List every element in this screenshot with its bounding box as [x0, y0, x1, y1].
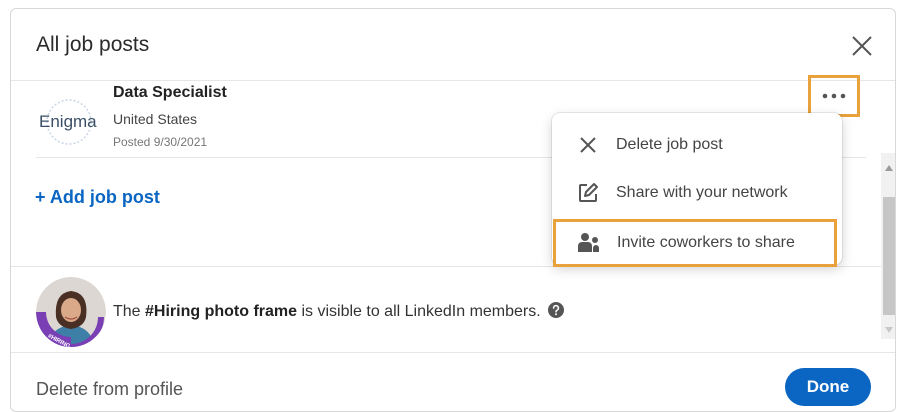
menu-item-label: Invite coworkers to share — [617, 234, 795, 251]
avatar[interactable]: #HIRING — [36, 277, 106, 347]
done-button[interactable]: Done — [785, 368, 871, 406]
frame-text-prefix: The — [113, 303, 146, 320]
more-options-button[interactable] — [808, 75, 860, 117]
edit-icon — [576, 181, 600, 205]
close-icon — [576, 133, 600, 157]
help-icon[interactable] — [547, 301, 565, 319]
menu-item-label: Share with your network — [616, 184, 788, 201]
job-title[interactable]: Data Specialist — [113, 84, 227, 102]
modal-title: All job posts — [36, 33, 150, 56]
close-button[interactable] — [849, 33, 875, 59]
add-job-post-link[interactable]: + Add job post — [35, 187, 160, 208]
job-options-menu: Delete job post Share with your network — [552, 113, 842, 267]
menu-item-label: Delete job post — [616, 136, 723, 153]
company-logo: Enigma — [38, 95, 100, 149]
modal-header: All job posts — [11, 9, 895, 81]
job-posts-modal: All job posts Enigma Data Specialist Uni… — [10, 8, 896, 412]
ellipsis-icon — [822, 93, 846, 99]
menu-item-share-network[interactable]: Share with your network — [552, 169, 842, 217]
hiring-frame-row: #HIRING The #Hiring photo frame is visib… — [11, 267, 895, 353]
frame-text-bold: #Hiring photo frame — [145, 303, 298, 320]
close-icon — [852, 36, 872, 56]
menu-item-invite-coworkers[interactable]: Invite coworkers to share — [553, 219, 837, 267]
hiring-frame-text: The #Hiring photo frame is visible to al… — [113, 301, 565, 321]
frame-text-suffix: is visible to all LinkedIn members. — [297, 303, 541, 320]
menu-item-delete-job-post[interactable]: Delete job post — [552, 121, 842, 169]
job-posted-date: Posted 9/30/2021 — [113, 135, 208, 149]
delete-from-profile-button[interactable]: Delete from profile — [36, 379, 183, 400]
scroll-up-icon[interactable] — [885, 165, 893, 171]
company-logo-text: Enigma — [39, 112, 97, 131]
people-icon — [577, 231, 601, 255]
job-location: United States — [113, 111, 198, 127]
